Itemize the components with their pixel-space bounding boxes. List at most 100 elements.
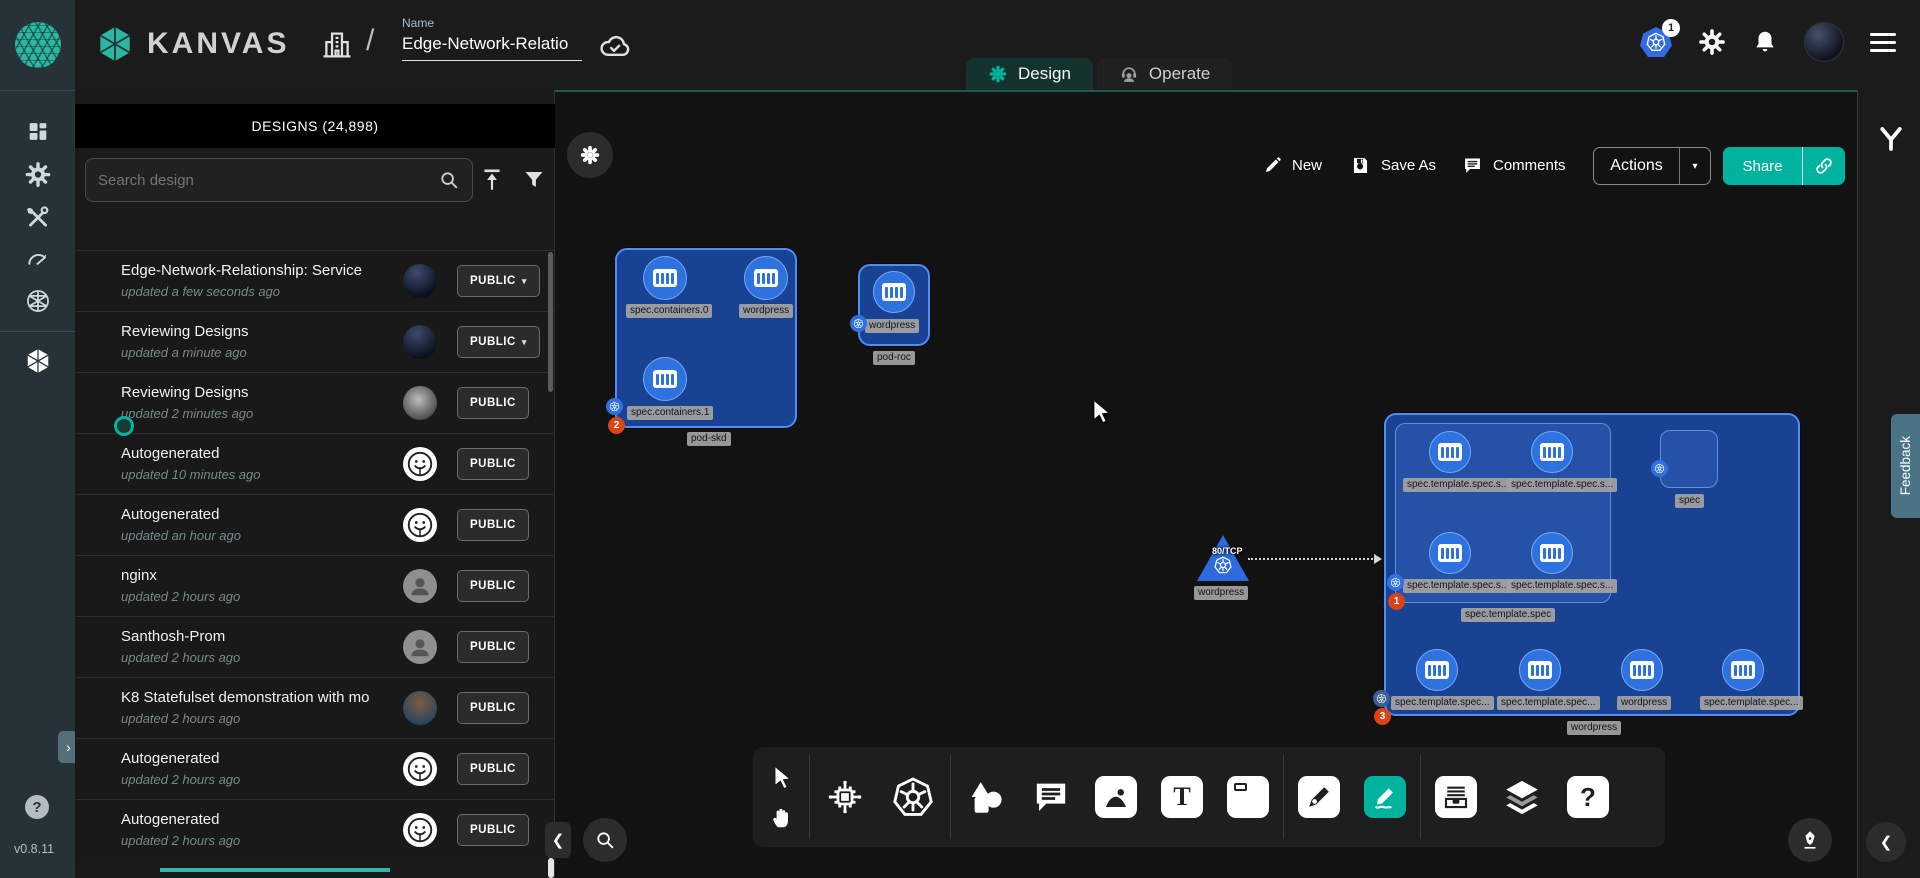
pan-hand-tool[interactable] (769, 804, 795, 830)
frame-tool[interactable] (1227, 776, 1269, 818)
zoom-button[interactable] (583, 818, 627, 862)
edge-service-to-deployment[interactable] (1248, 558, 1376, 560)
components-chip-tool[interactable] (824, 776, 866, 818)
design-list-item[interactable]: Autogenerated updated 2 hours ago PUBLIC (75, 738, 554, 799)
node-container[interactable] (1429, 431, 1471, 473)
share-button[interactable]: Share (1723, 147, 1845, 185)
search-input[interactable] (98, 172, 438, 189)
node-container[interactable] (643, 357, 687, 401)
visibility-badge[interactable]: PUBLIC (457, 570, 529, 602)
visibility-badge[interactable]: PUBLIC (457, 814, 529, 846)
pod-badge-icon[interactable] (850, 315, 867, 332)
node-container[interactable] (643, 256, 687, 300)
actions-caret-icon[interactable]: ▾ (1680, 161, 1710, 172)
panel-scrollbar-end[interactable] (548, 858, 554, 878)
organization-icon[interactable] (320, 28, 354, 62)
meshery-logo[interactable] (0, 0, 75, 90)
design-list-item[interactable]: Reviewing Designs updated a minute ago P… (75, 311, 554, 372)
kubernetes-tool[interactable] (890, 774, 936, 820)
toolkit-wrench-icon[interactable] (25, 204, 51, 230)
drawer-tool[interactable] (1435, 776, 1477, 818)
tab-operate[interactable]: Operate (1097, 58, 1232, 90)
design-list-item[interactable]: Edge-Network-Relationship: Service updat… (75, 250, 554, 311)
error-count-badge[interactable]: 3 (1374, 708, 1391, 725)
design-list-item[interactable]: Reviewing Designs updated 2 minutes ago … (75, 372, 554, 433)
node-container[interactable] (1429, 532, 1471, 574)
publish-upload-icon[interactable] (479, 167, 505, 193)
deployment-badge-icon[interactable] (1373, 690, 1390, 707)
help-tool[interactable]: ? (1567, 776, 1609, 818)
comments-button[interactable]: Comments (1462, 155, 1566, 176)
design-list-item[interactable]: K8 Statefulset demonstration with mo upd… (75, 677, 554, 738)
select-cursor-tool[interactable] (769, 764, 795, 790)
save-as-button[interactable]: Save As (1350, 155, 1436, 176)
comment-tool[interactable] (1031, 777, 1071, 817)
error-count-badge[interactable]: 2 (608, 417, 625, 434)
node-container[interactable] (1519, 649, 1561, 691)
collapse-right-button[interactable]: ❮ (1866, 822, 1906, 862)
canvas-menu-button[interactable] (567, 132, 613, 178)
node-container[interactable] (1531, 532, 1573, 574)
node-container[interactable] (744, 256, 788, 300)
performance-gauge-icon[interactable] (25, 246, 51, 272)
layers-tool[interactable] (1501, 776, 1543, 818)
node-container[interactable] (1531, 431, 1573, 473)
search-icon[interactable] (438, 169, 460, 191)
help-button[interactable]: ? (25, 795, 49, 819)
new-button[interactable]: New (1263, 156, 1322, 175)
edge-pen-tool[interactable] (1298, 776, 1340, 818)
design-list-item[interactable]: Autogenerated updated 10 minutes ago PUB… (75, 433, 554, 494)
node-spec[interactable] (1660, 430, 1718, 488)
feedback-tab[interactable]: Feedback (1891, 414, 1920, 518)
design-list-item[interactable]: nginx updated 2 hours ago PUBLIC (75, 555, 554, 616)
collapse-panel-button[interactable]: ❮ (545, 822, 571, 858)
node-container[interactable] (1416, 649, 1458, 691)
node-service-wordpress[interactable] (1197, 535, 1249, 581)
visibility-badge[interactable]: PUBLIC▾ (457, 326, 540, 358)
dashboard-icon[interactable] (25, 119, 50, 144)
pod-badge-icon[interactable] (1651, 460, 1668, 477)
design-list-item[interactable]: Santhosh-Prom updated 2 hours ago PUBLIC (75, 616, 554, 677)
kanvas-brand[interactable]: KANVAS (95, 24, 289, 64)
user-avatar[interactable] (1804, 22, 1844, 62)
visibility-badge[interactable]: PUBLIC (457, 509, 529, 541)
design-name-input[interactable]: Edge-Network-Relatio (402, 30, 582, 61)
k8s-context-switcher[interactable]: 1 (1640, 27, 1672, 57)
design-search[interactable] (85, 158, 473, 202)
visibility-badge[interactable]: PUBLIC (457, 631, 529, 663)
image-tool[interactable] (1095, 776, 1137, 818)
copy-link-button[interactable] (1803, 156, 1845, 176)
kanvas-rail-icon[interactable] (24, 347, 52, 375)
visibility-badge[interactable]: PUBLIC▾ (457, 265, 540, 297)
settings-gear-icon[interactable] (1698, 28, 1726, 56)
node-container[interactable] (1621, 649, 1663, 691)
visibility-badge[interactable]: PUBLIC (457, 448, 529, 480)
pod-badge-icon[interactable] (1387, 574, 1404, 591)
design-list-item[interactable]: Autogenerated updated 2 hours ago PUBLIC (75, 799, 554, 860)
menu-hamburger-icon[interactable] (1870, 28, 1896, 57)
design-owner-avatar (403, 813, 437, 847)
design-list-item[interactable]: Autogenerated updated an hour ago PUBLIC (75, 494, 554, 555)
node-pod-template[interactable] (1395, 423, 1611, 603)
visibility-badge[interactable]: PUBLIC (457, 753, 529, 785)
actions-button[interactable]: Actions ▾ (1593, 147, 1711, 185)
pod-badge-icon[interactable] (606, 398, 623, 415)
annotation-pen-button[interactable] (1788, 818, 1832, 862)
design-name-field[interactable]: Name Edge-Network-Relatio (402, 16, 582, 61)
text-tool[interactable]: T (1161, 776, 1203, 818)
freehand-draw-tool-active[interactable] (1364, 776, 1406, 818)
visibility-badge[interactable]: PUBLIC (457, 692, 529, 724)
layer5-y-icon[interactable] (1876, 124, 1906, 154)
tab-design[interactable]: Design (966, 58, 1093, 90)
notifications-bell-icon[interactable] (1752, 29, 1778, 55)
node-container[interactable] (1722, 649, 1764, 691)
panel-scrollbar[interactable] (548, 252, 553, 392)
visibility-badge[interactable]: PUBLIC (457, 387, 529, 419)
filter-funnel-icon[interactable] (522, 168, 546, 192)
node-container[interactable] (873, 271, 915, 313)
shapes-tool[interactable] (965, 776, 1007, 818)
dock-divider (1283, 755, 1284, 839)
error-count-badge[interactable]: 1 (1388, 593, 1405, 610)
lifecycle-gear-icon[interactable] (24, 161, 51, 188)
mesh-icon[interactable] (24, 287, 52, 315)
